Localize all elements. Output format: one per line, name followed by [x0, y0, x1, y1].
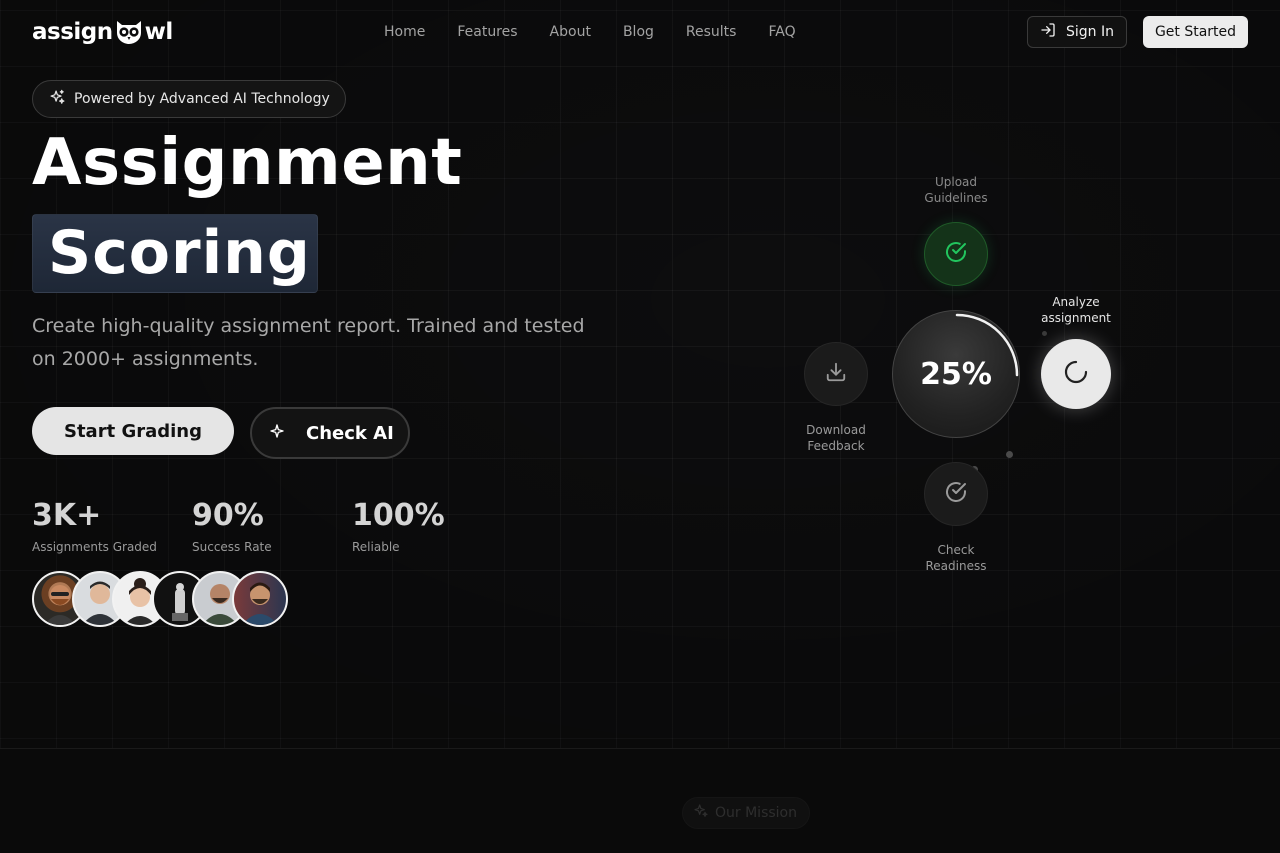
- stat-label: Success Rate: [192, 540, 272, 554]
- check-readiness-step[interactable]: [924, 462, 988, 526]
- connector-dot: [1042, 331, 1047, 336]
- loader-icon: [1063, 359, 1089, 389]
- main-nav: Home Features About Blog Results FAQ: [368, 22, 812, 42]
- login-icon: [1040, 22, 1056, 42]
- check-readiness-label: Check Readiness: [925, 543, 987, 573]
- ai-badge-label: Powered by Advanced AI Technology: [74, 91, 330, 107]
- start-grading-button[interactable]: Start Grading: [32, 407, 234, 455]
- check-circle-icon: [944, 480, 968, 508]
- stat-label: Assignments Graded: [32, 540, 157, 554]
- check-circle-icon: [944, 240, 968, 268]
- sparkle-icon: [268, 422, 286, 445]
- hero-title-line2: Scoring: [48, 218, 311, 288]
- nav-faq[interactable]: FAQ: [752, 22, 811, 42]
- our-mission-badge: Our Mission: [682, 797, 810, 829]
- progress-ring: 25%: [892, 310, 1020, 438]
- sparkles-icon: [49, 89, 66, 110]
- top-navbar: assign wl Home Features About Blog Resul…: [0, 0, 1280, 64]
- our-mission-label: Our Mission: [715, 805, 797, 821]
- nav-results[interactable]: Results: [670, 22, 753, 42]
- upload-guidelines-label: Upload Guidelines: [924, 175, 988, 205]
- stat-success: 90% Success Rate: [192, 498, 272, 554]
- progress-arc: [955, 313, 1019, 377]
- stat-reliable: 100% Reliable: [352, 498, 445, 554]
- hero-subtitle: Create high-quality assignment report. T…: [32, 315, 585, 370]
- landing-page: assign wl Home Features About Blog Resul…: [0, 0, 1280, 853]
- get-started-button[interactable]: Get Started: [1143, 16, 1248, 48]
- check-ai-label: Check AI: [306, 422, 394, 444]
- connector-dot: [1006, 451, 1013, 458]
- owl-icon: [114, 19, 144, 45]
- nav-features[interactable]: Features: [441, 22, 533, 42]
- stat-value: 100%: [352, 498, 445, 533]
- upload-guidelines-step[interactable]: [924, 222, 988, 286]
- logo-suffix: wl: [144, 19, 174, 45]
- hero-title-line1: Assignment: [32, 126, 463, 200]
- sparkles-icon: [693, 803, 709, 823]
- nav-home[interactable]: Home: [368, 22, 441, 42]
- ai-badge: Powered by Advanced AI Technology: [32, 80, 346, 118]
- stat-graded: 3K+ Assignments Graded: [32, 498, 157, 554]
- mission-section: [0, 748, 1280, 853]
- download-feedback-step[interactable]: [804, 342, 868, 406]
- analyze-assignment-step[interactable]: [1041, 339, 1111, 409]
- nav-about[interactable]: About: [534, 22, 607, 42]
- stat-label: Reliable: [352, 540, 400, 554]
- check-ai-button[interactable]: Check AI: [250, 407, 410, 459]
- avatar: [232, 571, 288, 627]
- nav-blog[interactable]: Blog: [607, 22, 670, 42]
- stat-value: 90%: [192, 498, 264, 533]
- stat-value: 3K+: [32, 498, 102, 533]
- sign-in-button[interactable]: Sign In: [1027, 16, 1127, 48]
- analyze-assignment-label: Analyze assignment: [1041, 295, 1111, 325]
- sign-in-label: Sign In: [1066, 24, 1114, 40]
- logo-prefix: assign: [32, 19, 113, 45]
- download-feedback-label: Download Feedback: [806, 423, 866, 453]
- brand-logo[interactable]: assign wl: [32, 17, 173, 47]
- download-icon: [825, 361, 847, 387]
